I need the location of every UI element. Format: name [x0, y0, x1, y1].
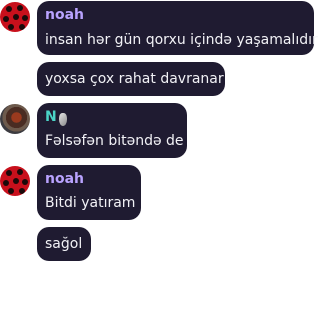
author-name[interactable]: N	[45, 109, 57, 125]
message-text: Bitdi yatıram	[45, 195, 136, 211]
message-bubble[interactable]: noah insan hər gün qorxu içində yaşamalı…	[37, 1, 318, 55]
avatar[interactable]	[0, 166, 30, 196]
message-bubble[interactable]: N Fəlsəfən bitəndə de	[37, 103, 187, 158]
message-text: sağol	[45, 236, 83, 252]
message-text: insan hər gün qorxu içində yaşamalıdır	[45, 32, 318, 48]
author-name[interactable]: noah	[45, 7, 84, 23]
message-bubble[interactable]: sağol	[37, 227, 91, 261]
avatar[interactable]	[0, 2, 30, 32]
message-bubble[interactable]: yoxsa çox rahat davranar	[37, 62, 225, 96]
author-name[interactable]: noah	[45, 171, 84, 187]
message-bubble[interactable]: noah Bitdi yatıram	[37, 165, 141, 220]
avatar[interactable]	[0, 104, 30, 134]
message-text: yoxsa çox rahat davranar	[45, 71, 224, 87]
message-text: Fəlsəfən bitəndə de	[45, 133, 184, 149]
moon-icon	[59, 113, 67, 126]
